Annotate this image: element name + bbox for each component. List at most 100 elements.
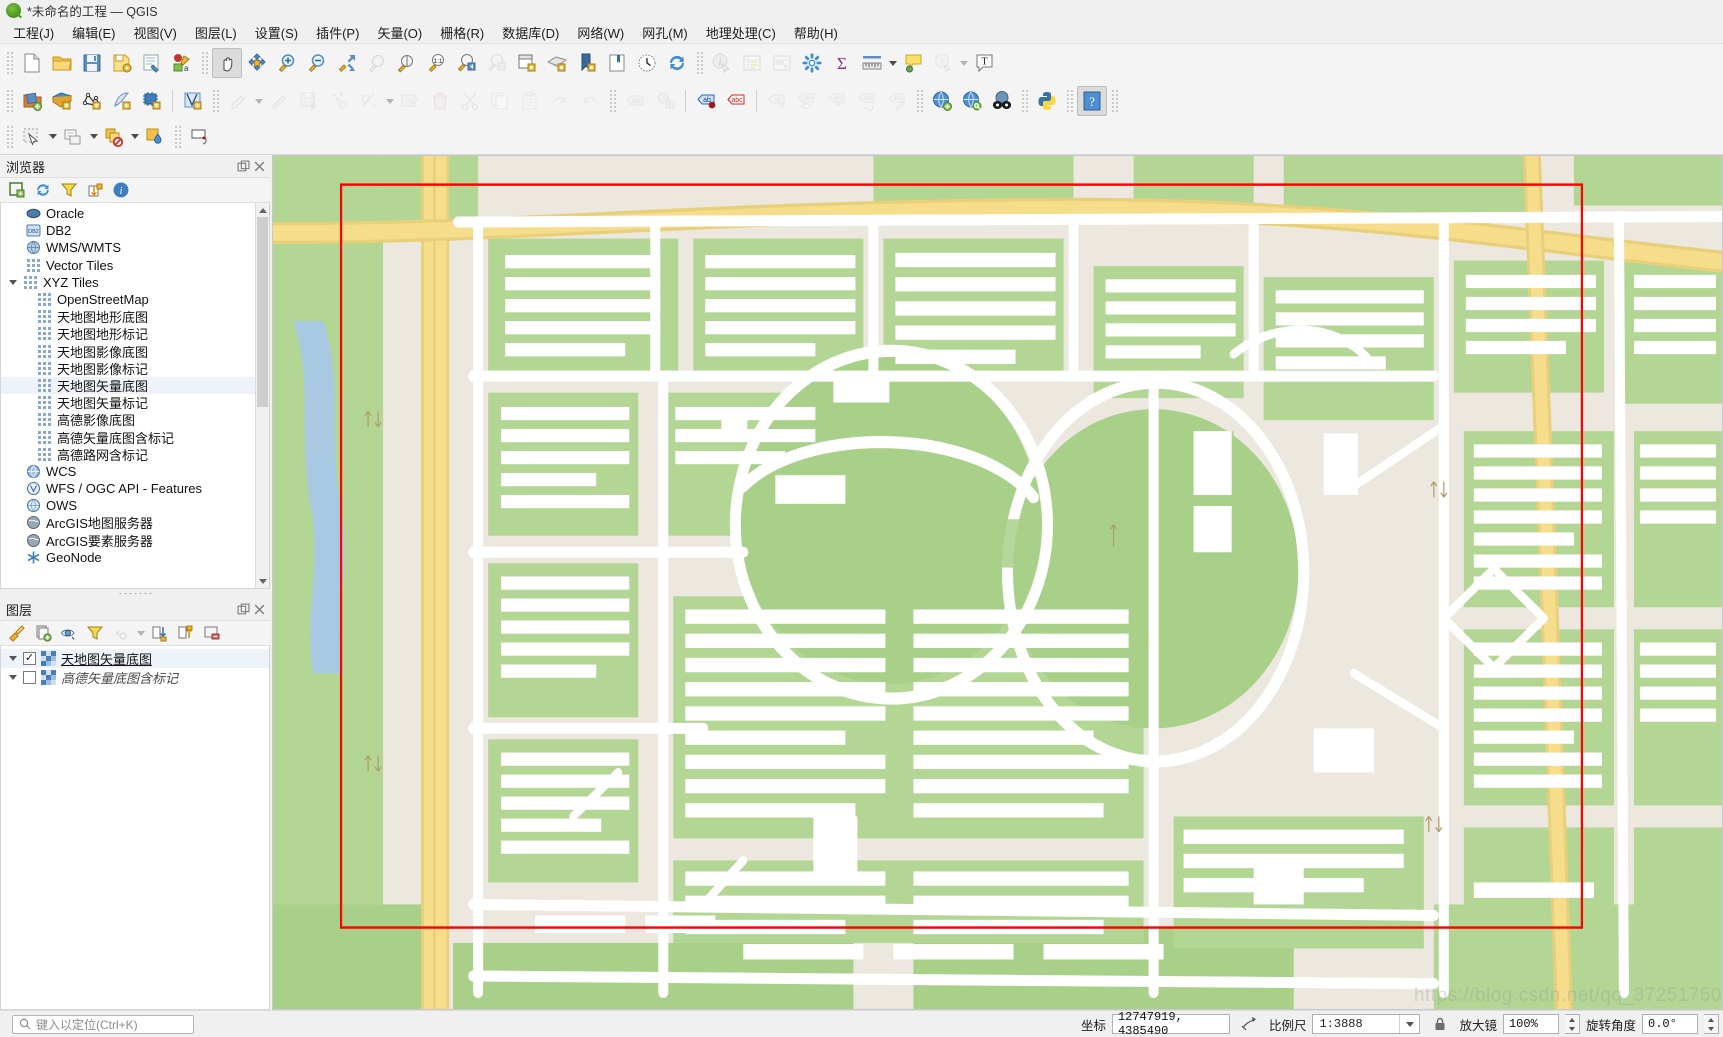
- menu-edit[interactable]: 编辑(E): [63, 20, 124, 45]
- measure-dropdown-arrow-icon[interactable]: [887, 50, 898, 76]
- menu-vector[interactable]: 矢量(O): [368, 20, 431, 45]
- browser-item-gaode-vector-base-labeled[interactable]: 高德矢量底图含标记: [1, 428, 255, 446]
- select-value-button[interactable]: [58, 122, 88, 152]
- deselect-features-button[interactable]: [99, 122, 129, 152]
- pan-map-button[interactable]: [212, 48, 242, 78]
- open-layer-styling-button[interactable]: [5, 622, 29, 644]
- browser-item-xyz-tiles[interactable]: XYZ Tiles: [1, 274, 255, 291]
- browser-item-tianditu-terrain-label[interactable]: 天地图地形标记: [1, 325, 255, 342]
- browser-item-ows[interactable]: OWS: [1, 497, 255, 514]
- show-bookmarks-button[interactable]: [602, 48, 632, 78]
- browser-item-db2[interactable]: DB2 DB2: [1, 222, 255, 239]
- spinner-down-icon[interactable]: [1564, 1024, 1579, 1033]
- save-layer-edits-button[interactable]: [294, 86, 324, 116]
- save-project-as-button[interactable]: [107, 48, 137, 78]
- label-abc-button[interactable]: abc: [620, 86, 650, 116]
- zoom-in-button[interactable]: [272, 48, 302, 78]
- new-3d-map-view-button[interactable]: [542, 48, 572, 78]
- select-by-location-button[interactable]: [140, 122, 170, 152]
- open-data-source-manager-button[interactable]: [17, 86, 47, 116]
- pin-labels-button[interactable]: ab: [691, 86, 721, 116]
- show-spatial-bookmarks-button[interactable]: [928, 48, 958, 78]
- current-edits-dropdown-arrow-icon[interactable]: [253, 88, 264, 114]
- toggle-editing-button[interactable]: [264, 86, 294, 116]
- new-bookmark-button[interactable]: [572, 48, 602, 78]
- remove-layer-button[interactable]: [200, 622, 224, 644]
- chevron-down-icon[interactable]: [7, 653, 18, 664]
- map-canvas[interactable]: .lg { fill:#b3d695; } .lg2 { fill:#a9d08…: [272, 155, 1723, 1010]
- toolbar-grip[interactable]: [608, 90, 617, 112]
- toolbar-grip[interactable]: [5, 52, 14, 74]
- panel-splitter[interactable]: [0, 589, 270, 598]
- layer-visibility-checkbox[interactable]: ✓: [23, 652, 36, 665]
- python-console-button[interactable]: [1032, 86, 1062, 116]
- edit-label-button[interactable]: abc: [882, 86, 912, 116]
- spinner-down-icon[interactable]: [1704, 1024, 1718, 1033]
- close-icon[interactable]: [253, 603, 266, 616]
- menu-web[interactable]: 网络(W): [568, 20, 633, 45]
- browser-item-tianditu-image-label[interactable]: 天地图影像标记: [1, 360, 255, 377]
- toggle-extents-button[interactable]: [1236, 1009, 1263, 1037]
- add-delimited-text-layer-button[interactable]: ∗: [137, 86, 167, 116]
- menu-view[interactable]: 视图(V): [125, 20, 186, 45]
- metasearch-button[interactable]: [957, 86, 987, 116]
- browser-item-tianditu-vector-base[interactable]: 天地图矢量底图: [1, 376, 255, 395]
- add-layer-selected-button[interactable]: [5, 179, 29, 201]
- layer-row-tianditu-vector-base[interactable]: ✓ 天地图矢量底图: [1, 649, 269, 668]
- filter-legend-button[interactable]: [83, 622, 107, 644]
- browser-item-gaode-roads-labeled[interactable]: 高德路网含标记: [1, 446, 255, 463]
- move-label-button[interactable]: ab: [762, 86, 792, 116]
- cut-features-button[interactable]: [455, 86, 485, 116]
- map-tips-dropdown-arrow-icon[interactable]: [958, 50, 969, 76]
- toolbar-grip[interactable]: [211, 90, 220, 112]
- map-tips-button[interactable]: [898, 48, 928, 78]
- collapse-all-button[interactable]: [83, 179, 107, 201]
- spinner-up-icon[interactable]: [1564, 1015, 1579, 1024]
- chevron-down-icon[interactable]: [7, 672, 18, 683]
- menu-settings[interactable]: 设置(S): [246, 20, 307, 45]
- browser-tree[interactable]: Oracle DB2 DB2 WMS/WMTS Vector Tiles XYZ…: [0, 203, 270, 589]
- close-icon[interactable]: [253, 160, 266, 173]
- add-wms-layer-button[interactable]: [927, 86, 957, 116]
- redo-button[interactable]: [575, 86, 605, 116]
- diagram-button[interactable]: [650, 86, 680, 116]
- style-manager-button[interactable]: a: [167, 48, 197, 78]
- select-features-dropdown-arrow-icon[interactable]: [47, 124, 58, 150]
- pan-to-selection-button[interactable]: [242, 48, 272, 78]
- add-vector-layer-button[interactable]: ∗: [47, 86, 77, 116]
- add-virtual-layer-button[interactable]: ∗: [178, 86, 208, 116]
- scale-combobox[interactable]: 1:3888: [1312, 1014, 1421, 1034]
- browser-item-wfs-ogc-api-features[interactable]: WFS / OGC API - Features: [1, 480, 255, 497]
- new-map-view-button[interactable]: [512, 48, 542, 78]
- new-print-layout-button[interactable]: [137, 48, 167, 78]
- change-label-button[interactable]: abc: [822, 86, 852, 116]
- toolbar-grip[interactable]: [5, 90, 14, 112]
- refresh-browser-button[interactable]: [31, 179, 55, 201]
- measure-area-button[interactable]: [185, 122, 215, 152]
- new-project-button[interactable]: [17, 48, 47, 78]
- show-hide-labels-button[interactable]: abc: [792, 86, 822, 116]
- zoom-last-button[interactable]: [452, 48, 482, 78]
- toolbar-grip[interactable]: [1065, 90, 1074, 112]
- zoom-to-layer-button[interactable]: [392, 48, 422, 78]
- deselect-dropdown-arrow-icon[interactable]: [129, 124, 140, 150]
- text-annotation-button[interactable]: T: [969, 48, 999, 78]
- lock-scale-button[interactable]: [1426, 1009, 1453, 1037]
- browser-item-wcs[interactable]: WCS: [1, 463, 255, 480]
- menu-processing[interactable]: 地理处理(C): [697, 20, 785, 45]
- zoom-out-button[interactable]: [302, 48, 332, 78]
- copy-features-button[interactable]: [485, 86, 515, 116]
- add-group-button[interactable]: [31, 622, 55, 644]
- zoom-full-button[interactable]: [332, 48, 362, 78]
- zoom-to-selection-button[interactable]: [362, 48, 392, 78]
- delete-selected-button[interactable]: [425, 86, 455, 116]
- browser-item-oracle[interactable]: Oracle: [1, 205, 255, 222]
- browser-item-tianditu-vector-label[interactable]: 天地图矢量标记: [1, 394, 255, 411]
- highlight-labels-button[interactable]: abc: [721, 86, 751, 116]
- attribute-table-button[interactable]: [737, 48, 767, 78]
- menu-project[interactable]: 工程(J): [4, 20, 63, 45]
- browser-item-openstreetmap[interactable]: OpenStreetMap: [1, 291, 255, 308]
- rotation-spinner[interactable]: [1704, 1014, 1719, 1034]
- field-calculator-button[interactable]: [767, 48, 797, 78]
- browser-item-vector-tiles[interactable]: Vector Tiles: [1, 257, 255, 274]
